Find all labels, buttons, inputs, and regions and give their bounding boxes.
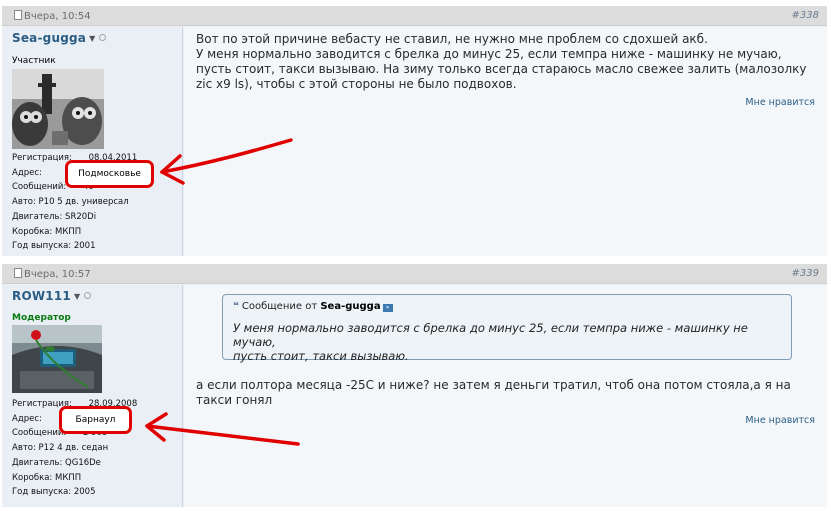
post-body: Вот по этой причине вебасту не ставил, н… bbox=[184, 27, 827, 256]
user-role: Модератор bbox=[12, 313, 71, 323]
quote-icon: ❝ bbox=[233, 301, 239, 312]
post-number-link[interactable]: #339 bbox=[792, 268, 819, 279]
avatar-image bbox=[12, 325, 102, 393]
document-icon bbox=[14, 268, 22, 278]
avatar-image bbox=[12, 69, 104, 149]
gearbox-row: Коробка: МКПП bbox=[12, 226, 82, 237]
like-button[interactable]: Мне нравится bbox=[745, 415, 815, 426]
engine-row: Двигатель: QG16De bbox=[12, 457, 101, 468]
year-row: Год выпуска: 2005 bbox=[12, 487, 96, 498]
post-date: Вчера, 10:54 bbox=[14, 10, 91, 22]
user-role: Участник bbox=[12, 56, 56, 66]
car-row: Авто: P12 4 дв. седан bbox=[12, 443, 109, 454]
user-info-panel: ROW111 ▼ Модератор Регистрация: 28.09.200… bbox=[2, 285, 183, 507]
quote-header: ❝ Сообщение от Sea-gugga» bbox=[233, 301, 393, 312]
avatar[interactable] bbox=[12, 69, 104, 149]
post-339: Вчера, 10:57 #339 ROW111 ▼ Модератор Реги… bbox=[2, 264, 827, 507]
avatar[interactable] bbox=[12, 325, 102, 393]
view-post-icon[interactable]: » bbox=[382, 304, 393, 312]
post-date: Вчера, 10:57 bbox=[14, 268, 91, 280]
post-header: Вчера, 10:57 #339 bbox=[2, 264, 827, 284]
post-338: Вчера, 10:54 #338 Sea-gugga ▼ Участник Р… bbox=[2, 6, 827, 256]
username-link[interactable]: ROW111 ▼ bbox=[12, 289, 92, 303]
username-link[interactable]: Sea-gugga ▼ bbox=[12, 31, 107, 45]
address-highlight: Барнаул bbox=[59, 406, 132, 434]
quote-text: У меня нормально заводится с брелка до м… bbox=[233, 321, 748, 363]
document-icon bbox=[14, 10, 22, 20]
post-number-link[interactable]: #338 bbox=[792, 10, 819, 21]
year-row: Год выпуска: 2001 bbox=[12, 241, 96, 252]
chevron-down-icon[interactable]: ▼ bbox=[74, 292, 80, 301]
like-button[interactable]: Мне нравится bbox=[745, 97, 815, 108]
car-row: Авто: P10 5 дв. универсал bbox=[12, 197, 129, 208]
address-highlight: Подмосковье bbox=[65, 160, 154, 188]
offline-status-icon bbox=[99, 34, 107, 41]
post-text: а если полтора месяца -25С и ниже? не за… bbox=[196, 378, 791, 407]
post-text: Вот по этой причине вебасту не ставил, н… bbox=[196, 32, 807, 91]
user-info-panel: Sea-gugga ▼ Участник Регистрация: 08.04.… bbox=[2, 27, 183, 256]
engine-row: Двигатель: SR20Di bbox=[12, 211, 97, 222]
post-header: Вчера, 10:54 #338 bbox=[2, 6, 827, 26]
offline-status-icon bbox=[84, 292, 92, 299]
gearbox-row: Коробка: МКПП bbox=[12, 472, 82, 483]
chevron-down-icon[interactable]: ▼ bbox=[89, 34, 95, 43]
post-body: ❝ Сообщение от Sea-gugga» У меня нормальн… bbox=[184, 285, 827, 507]
quote-block: ❝ Сообщение от Sea-gugga» У меня нормальн… bbox=[222, 294, 792, 363]
